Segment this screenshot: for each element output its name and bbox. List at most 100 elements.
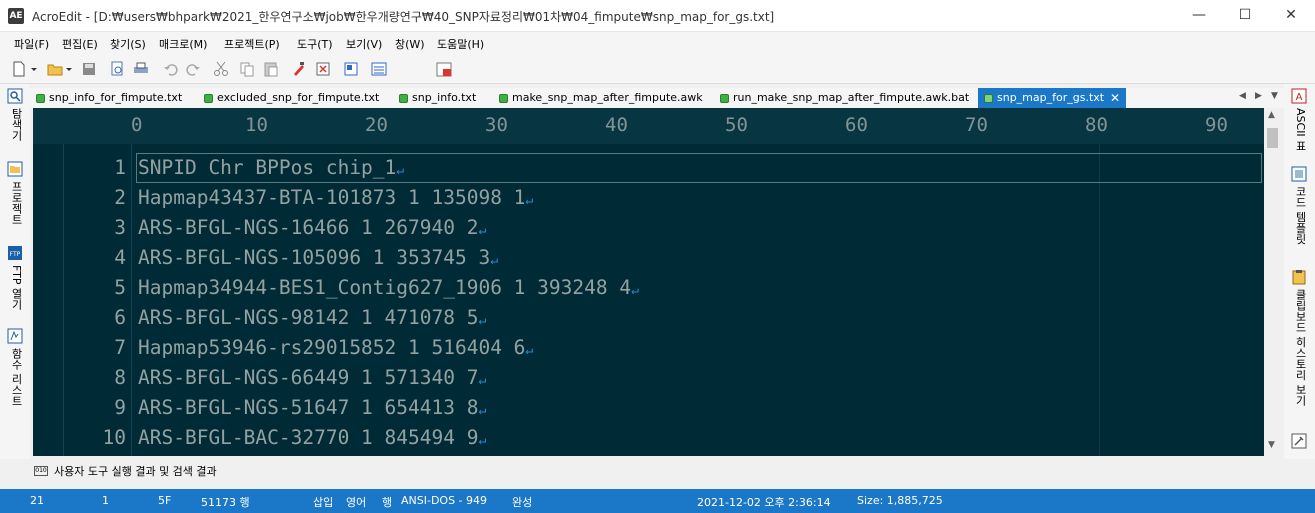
status-hex: 5F [158,494,172,507]
tools-tab[interactable] [1291,433,1309,449]
cut-icon[interactable] [212,60,230,78]
eol-mark: ↵ [478,223,487,238]
ruler-label: 70 [965,114,988,136]
open-dropdown-icon[interactable] [64,60,74,78]
status-datetime: 2021-12-02 오후 2:36:14 [697,496,831,509]
editor-line[interactable]: 4 ARS-BFGL-NGS-105096 1 353745 3↵ [33,243,1264,273]
line-number: 9 [114,396,126,419]
menu-macro[interactable]: 매크로(M) [159,36,207,52]
scroll-thumb[interactable] [1267,128,1278,148]
list-icon[interactable] [370,60,388,78]
svg-text:FTP: FTP [10,251,21,258]
menu-edit[interactable]: 편집(E) [62,36,98,52]
paste-icon[interactable] [262,60,280,78]
clipboard-history-tab-label: 클립보드 히스토리 보기 [1294,289,1307,406]
tab-next-icon[interactable]: ▶ [1255,91,1262,101]
function-list-tab[interactable]: 함수 리스트 [7,328,25,407]
tab-excluded-snp-for-fimpute[interactable]: excluded_snp_for_fimpute.txt [198,88,379,108]
close-button[interactable]: ✕ [1268,0,1314,32]
line-text[interactable]: ARS-BFGL-NGS-66449 1 571340 7↵ [138,363,486,396]
highlight-icon[interactable] [290,60,308,78]
calendar-icon[interactable] [435,60,453,78]
line-text[interactable]: SNPID Chr BPPos chip_1↵ [138,153,404,186]
editor-line[interactable]: 2 Hapmap43437-BTA-101873 1 135098 1↵ [33,183,1264,213]
line-text[interactable]: ARS-BFGL-NGS-16466 1 267940 2↵ [138,213,486,246]
editor-line[interactable]: 5 Hapmap34944-BES1_Contig627_1906 1 39324… [33,273,1264,303]
menu-help[interactable]: 도움말(H) [437,36,484,52]
app-logo-icon: AE [8,8,24,24]
tab-snp-map-for-gs[interactable]: snp_map_for_gs.txt ✕ [978,88,1127,108]
code-template-tab[interactable]: 코드 템플릿 [1291,166,1309,245]
new-dropdown-icon[interactable] [29,60,39,78]
line-text[interactable]: ARS-BFGL-NGS-51647 1 654413 8↵ [138,393,486,426]
tab-close-icon[interactable]: ✕ [1110,88,1120,108]
scroll-down-icon[interactable]: ▼ [1268,440,1275,450]
title-bar: AE AcroEdit - [D:₩users₩bhpark₩2021_한우연구… [0,0,1315,32]
menu-window[interactable]: 창(W) [395,36,425,52]
vertical-scrollbar[interactable]: ▲ ▼ [1264,108,1281,456]
scroll-up-icon[interactable]: ▲ [1268,110,1275,120]
print-preview-icon[interactable] [108,60,126,78]
editor-line[interactable]: 9 ARS-BFGL-NGS-51647 1 654413 8↵ [33,393,1264,423]
status-line-mode[interactable]: 행 [382,494,392,510]
new-file-icon[interactable] [10,60,28,78]
menu-project[interactable]: 프로젝트(P) [224,36,280,52]
tab-snp-info-for-fimpute[interactable]: snp_info_for_fimpute.txt [30,88,182,108]
status-total-lines: 51173 행 [201,496,250,509]
copy-icon[interactable] [238,60,256,78]
eol-mark: ↵ [478,433,487,448]
tab-menu-icon[interactable]: ▼ [1271,91,1278,101]
status-encoding[interactable]: ANSI-DOS - 949 [401,494,487,507]
ascii-table-tab[interactable]: A ASCII 표 [1291,88,1309,151]
undo-icon[interactable] [162,60,180,78]
open-folder-icon[interactable] [46,60,64,78]
save-icon[interactable] [80,60,98,78]
print-icon[interactable] [132,60,150,78]
status-input-language[interactable]: 영어 [346,494,366,510]
status-bar: 21 1 5F 51173 행 삽입 영어 행 ANSI-DOS - 949 완… [0,489,1315,513]
line-text[interactable]: ARS-BFGL-BAC-32770 1 845494 9↵ [138,423,486,456]
eol-mark: ↵ [396,163,405,178]
line-text[interactable]: Hapmap43437-BTA-101873 1 135098 1↵ [138,183,533,216]
line-number: 7 [114,336,126,359]
svg-text:A: A [1296,92,1303,103]
line-text[interactable]: ARS-BFGL-NGS-105096 1 353745 3↵ [138,243,498,276]
line-text[interactable]: Hapmap53946-rs29015852 1 516404 6↵ [138,333,533,366]
line-text[interactable]: Hapmap34944-BES1_Contig627_1906 1 393248… [138,273,639,306]
minimize-button[interactable]: — [1176,0,1222,32]
editor-line[interactable]: 6 ARS-BFGL-NGS-98142 1 471078 5↵ [33,303,1264,333]
menu-find[interactable]: 찾기(S) [110,36,146,52]
editor[interactable]: 0 10 20 30 40 50 60 70 80 90 1 SNPID Chr … [33,108,1281,456]
redo-icon[interactable] [184,60,202,78]
line-number: 6 [114,306,126,329]
line-number: 5 [114,276,126,299]
ftp-tab[interactable]: FTP FTP 열기 [7,245,25,310]
maximize-button[interactable]: ☐ [1222,0,1268,32]
project-tab[interactable]: 프로젝트 [7,161,25,225]
window-icon[interactable] [342,60,360,78]
column-ruler: 0 10 20 30 40 50 60 70 80 90 [33,108,1264,144]
tab-make-snp-map-after-fimpute[interactable]: make_snp_map_after_fimpute.awk [493,88,703,108]
menu-file[interactable]: 파일(F) [14,36,49,52]
menu-tools[interactable]: 도구(T) [297,36,333,52]
file-status-icon [36,93,45,103]
editor-line[interactable]: 10 ARS-BFGL-BAC-32770 1 845494 9↵ [33,423,1264,453]
file-status-icon [204,93,213,103]
editor-line[interactable]: 1 SNPID Chr BPPos chip_1↵ [33,153,1264,183]
editor-line[interactable]: 8 ARS-BFGL-NGS-66449 1 571340 7↵ [33,363,1264,393]
output-panel-tab[interactable]: 010 사용자 도구 실행 결과 및 검색 결과 [34,463,217,479]
status-column: 1 [102,494,109,507]
explorer-tab[interactable]: 탐색기 [7,88,25,141]
tab-run-make-snp-map-after-fimpute[interactable]: run_make_snp_map_after_fimpute.awk.bat [714,88,969,108]
line-text[interactable]: ARS-BFGL-NGS-98142 1 471078 5↵ [138,303,486,336]
editor-line[interactable]: 7 Hapmap53946-rs29015852 1 516404 6↵ [33,333,1264,363]
editor-line[interactable]: 3 ARS-BFGL-NGS-16466 1 267940 2↵ [33,213,1264,243]
tab-prev-icon[interactable]: ◀ [1239,91,1246,101]
line-number: 1 [114,156,126,179]
menu-view[interactable]: 보기(V) [346,36,382,52]
tab-snp-info[interactable]: snp_info.txt [393,88,476,108]
status-file-size: Size: 1,885,725 [857,494,943,507]
bookmark-icon[interactable] [314,60,332,78]
clipboard-history-tab[interactable]: 클립보드 히스토리 보기 [1291,269,1309,406]
status-insert-mode[interactable]: 삽입 [313,494,333,510]
